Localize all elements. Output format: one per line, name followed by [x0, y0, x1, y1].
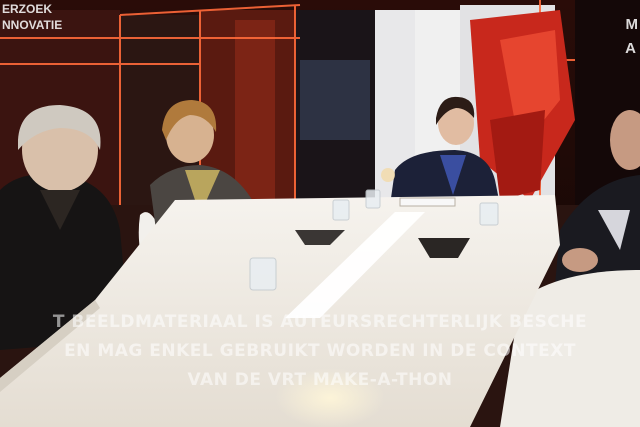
corner-tag-left-1: ERZOEK	[2, 2, 53, 16]
tv-studio-frame: ERZOEK NNOVATIE M A T BEELDMATERIAAL IS …	[0, 0, 640, 427]
studio-scene	[0, 0, 640, 427]
copyright-watermark-line-2: EN MAG ENKEL GEBRUIKT WORDEN IN DE CONTE…	[64, 341, 576, 361]
corner-tag-right-1: M	[625, 16, 639, 33]
corner-tag-left-2: NNOVATIE	[2, 18, 63, 32]
copyright-watermark-line-1: T BEELDMATERIAAL IS AUTEURSRECHTERLIJK B…	[52, 312, 588, 332]
corner-tag-right-2: A	[625, 40, 636, 57]
copyright-watermark-line-3: VAN DE VRT MAKE-A-THON	[187, 370, 453, 390]
